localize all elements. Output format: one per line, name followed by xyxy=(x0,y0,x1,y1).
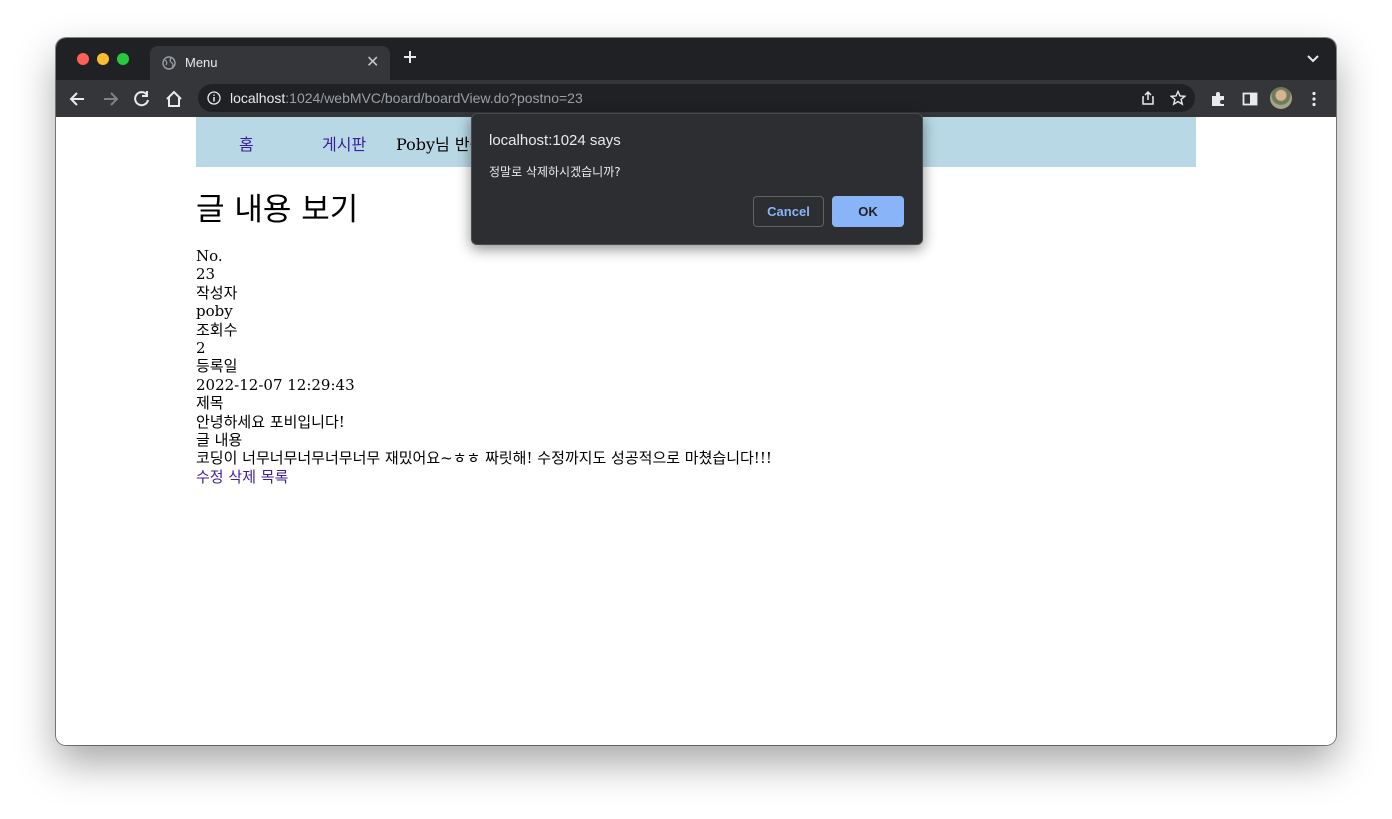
url-text: localhost:1024/webMVC/board/boardView.do… xyxy=(230,90,583,106)
chevron-down-icon[interactable] xyxy=(1306,54,1320,64)
edit-link[interactable]: 수정 xyxy=(196,468,224,486)
label-views: 조회수 xyxy=(196,320,238,339)
plus-icon[interactable] xyxy=(402,49,418,65)
value-author: poby xyxy=(196,302,233,321)
back-icon[interactable] xyxy=(68,89,88,109)
nav-link-board[interactable]: 게시판 xyxy=(322,131,366,155)
list-link[interactable]: 목록 xyxy=(261,468,289,486)
dialog-title: localhost:1024 says xyxy=(489,132,621,149)
forward-icon[interactable] xyxy=(100,89,120,109)
more-icon[interactable] xyxy=(1304,89,1324,109)
tab-menu[interactable]: Menu ✕ xyxy=(150,46,390,80)
value-content: 코딩이 너무너무너무너무너무 재밌어요~ㅎㅎ 짜릿해! 수정까지도 성공적으로 … xyxy=(196,449,772,468)
browser-toolbar: localhost:1024/webMVC/board/boardView.do… xyxy=(56,80,1336,117)
puzzle-icon[interactable] xyxy=(1208,89,1228,109)
ok-button[interactable]: OK xyxy=(832,196,904,227)
delete-link[interactable]: 삭제 xyxy=(228,468,256,486)
page-title: 글 내용 보기 xyxy=(196,192,359,228)
confirm-dialog: localhost:1024 says 정말로 삭제하시겠습니까? Cancel… xyxy=(471,113,923,245)
value-subject: 안녕하세요 포비입니다! xyxy=(196,412,345,431)
value-date: 2022-12-07 12:29:43 xyxy=(196,375,355,394)
reload-icon[interactable] xyxy=(132,89,152,109)
minimize-window-button[interactable] xyxy=(97,53,109,65)
close-window-button[interactable] xyxy=(77,53,89,65)
value-views: 2 xyxy=(196,338,206,357)
nav-link-home[interactable]: 홈 xyxy=(239,131,254,155)
browser-window: Menu ✕ localhost:1024/webMVC/board/board… xyxy=(56,38,1336,745)
share-icon[interactable] xyxy=(1140,90,1156,106)
page-content: 홈 게시판 Poby님 반갑 글 내용 보기 No. 23 작성자 poby 조… xyxy=(56,113,1336,745)
cancel-button[interactable]: Cancel xyxy=(753,196,824,227)
value-no: 23 xyxy=(196,265,216,284)
info-icon[interactable] xyxy=(207,91,221,105)
post-detail: No. 23 작성자 poby 조회수 2 등록일 2022-12-07 12:… xyxy=(196,247,1096,486)
address-bar[interactable]: localhost:1024/webMVC/board/boardView.do… xyxy=(198,84,1195,112)
dialog-message: 정말로 삭제하시겠습니까? xyxy=(489,165,621,179)
label-author: 작성자 xyxy=(196,283,238,302)
maximize-window-button[interactable] xyxy=(117,53,129,65)
sidepanel-icon[interactable] xyxy=(1240,89,1260,109)
label-date: 등록일 xyxy=(196,357,238,376)
avatar[interactable] xyxy=(1270,87,1292,109)
globe-icon xyxy=(162,56,176,70)
tab-title: Menu xyxy=(185,55,218,70)
tab-strip: Menu ✕ xyxy=(56,38,1336,80)
home-icon[interactable] xyxy=(164,89,184,109)
post-actions: 수정 삭제 목록 xyxy=(196,468,1096,486)
star-icon[interactable] xyxy=(1170,90,1186,106)
label-content: 글 내용 xyxy=(196,430,243,449)
label-subject: 제목 xyxy=(196,394,224,413)
close-icon[interactable]: ✕ xyxy=(366,52,379,71)
label-no: No. xyxy=(196,247,223,265)
